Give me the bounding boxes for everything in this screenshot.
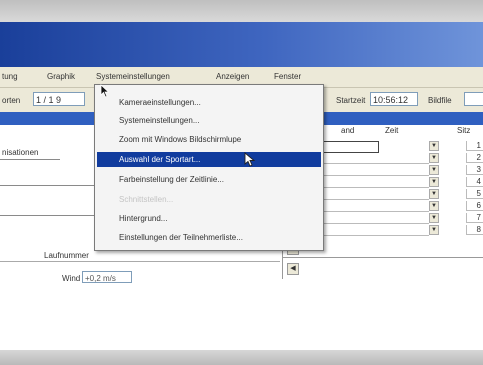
grid-cell[interactable] — [317, 225, 429, 236]
wind-field[interactable]: +0,2 m/s — [82, 271, 132, 283]
menu-item-kameraeinstellungen[interactable]: Kameraeinstellungen... — [97, 95, 321, 110]
hand-cursor-icon — [244, 152, 256, 167]
heat-selector-field[interactable]: 1 / 1 9 — [33, 92, 85, 106]
menu-item-zoom-bildschirmlupe[interactable]: Zoom mit Windows Bildschirmlupe — [97, 132, 321, 147]
divider — [0, 215, 95, 216]
row-number: 2 — [466, 153, 483, 163]
divider — [283, 257, 483, 258]
row-number: 6 — [466, 201, 483, 211]
row-number: 5 — [466, 189, 483, 199]
row-number: 1 — [466, 141, 483, 151]
wind-label: Wind — [62, 274, 81, 283]
chevron-down-icon[interactable]: ▼ — [429, 141, 439, 151]
systemeinstellungen-dropdown-menu: Kameraeinstellungen... Systemeinstellung… — [94, 84, 324, 251]
grid-cell[interactable] — [317, 201, 429, 212]
grid-header-and: and — [341, 126, 355, 135]
row-number: 7 — [466, 213, 483, 223]
chevron-down-icon[interactable]: ▼ — [429, 213, 439, 223]
monitor-bezel-bottom — [0, 350, 483, 365]
grid-cell[interactable] — [317, 153, 429, 164]
grid-cell[interactable] — [317, 213, 429, 224]
chevron-down-icon[interactable]: ▼ — [429, 153, 439, 163]
menu-item-farbeinstellung-zeitlinie[interactable]: Farbeinstellung der Zeitlinie... — [97, 172, 321, 187]
chevron-down-icon[interactable]: ▼ — [429, 177, 439, 187]
chevron-down-icon[interactable]: ▼ — [429, 189, 439, 199]
divider — [0, 159, 60, 160]
menu-item-tung[interactable]: tung — [2, 72, 18, 81]
monitor-bezel-top — [0, 0, 483, 22]
menu-item-anzeigen[interactable]: Anzeigen — [216, 72, 249, 81]
divider — [0, 261, 280, 262]
bildfile-label: Bildfile — [428, 96, 452, 105]
left-panel-heading: nisationen — [2, 148, 39, 157]
divider — [0, 185, 95, 186]
chevron-down-icon[interactable]: ▼ — [429, 165, 439, 175]
row-number: 8 — [466, 225, 483, 235]
chevron-down-icon[interactable]: ▼ — [429, 201, 439, 211]
menu-item-einstellungen-teilnehmerliste[interactable]: Einstellungen der Teilnehmerliste... — [97, 230, 321, 245]
grid-cell[interactable] — [317, 189, 429, 200]
menu-item-systemeinstellungen[interactable]: Systemeinstellungen... — [97, 113, 321, 128]
grid-cell[interactable] — [317, 165, 429, 176]
grid-cell[interactable] — [317, 177, 429, 188]
start-time-field[interactable]: 10:56:12 — [370, 92, 418, 106]
start-time-label: Startzeit — [336, 96, 366, 105]
menu-item-auswahl-der-sportart[interactable]: Auswahl der Sportart... — [97, 152, 321, 167]
window-title-bar — [0, 22, 483, 67]
menu-item-graphik[interactable]: Graphik — [47, 72, 75, 81]
chevron-down-icon[interactable]: ▼ — [429, 225, 439, 235]
arrow-cursor-icon — [100, 84, 110, 98]
grid-cell[interactable] — [317, 141, 379, 153]
row-number: 4 — [466, 177, 483, 187]
row-number: 3 — [466, 165, 483, 175]
grid-header-sitz: Sitz — [457, 126, 471, 135]
laufnummer-label: Laufnummer — [44, 251, 89, 260]
bildfile-field[interactable] — [464, 92, 483, 106]
scroll-left-icon[interactable]: ◀ — [287, 263, 299, 275]
menu-item-fenster[interactable]: Fenster — [274, 72, 301, 81]
menu-item-hintergrund[interactable]: Hintergrund... — [97, 211, 321, 226]
toolbar-left-label: orten — [2, 96, 21, 105]
grid-header-zeit: Zeit — [385, 126, 399, 135]
menu-item-schnittstellen: Schnittstellen... — [119, 195, 174, 204]
menu-item-systemeinstellungen[interactable]: Systemeinstellungen — [96, 72, 170, 81]
